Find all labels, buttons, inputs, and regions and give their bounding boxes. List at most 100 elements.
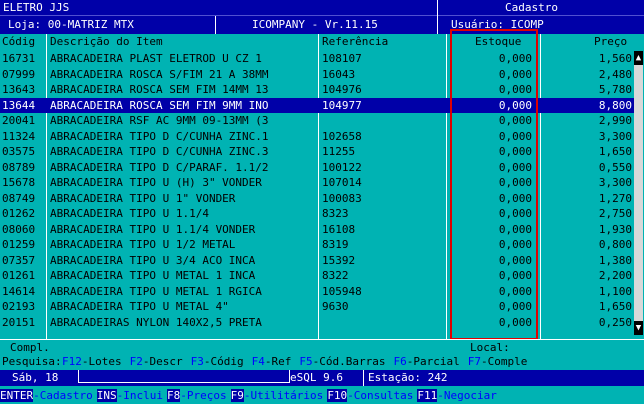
item-code: 20151 bbox=[2, 315, 36, 329]
item-reference: 15392 bbox=[322, 253, 356, 267]
item-code: 13644 bbox=[2, 98, 36, 112]
fkey-action: -Cadastro bbox=[33, 389, 93, 402]
search-key-action: -Ref bbox=[264, 355, 292, 368]
fkey-ins[interactable]: INS-Inclui bbox=[96, 388, 163, 403]
table-row[interactable]: 01262 ABRACADEIRA TIPO U 1.1/4 8323 0,000 2,… bbox=[0, 206, 636, 221]
search-key-code: F7 bbox=[467, 355, 481, 368]
item-price: 3,300 bbox=[598, 176, 632, 189]
item-description: ABRACADEIRA TIPO U 3/4 ACO INCA bbox=[50, 253, 256, 267]
item-code: 11324 bbox=[2, 129, 36, 143]
item-description: ABRACADEIRA ROSCA SEM FIM 14MM 13 bbox=[50, 83, 269, 96]
item-reference: 11255 bbox=[322, 145, 356, 158]
item-reference: 107014 bbox=[322, 176, 362, 189]
item-code: 13643 bbox=[2, 83, 36, 96]
search-key-f3[interactable]: F3-Códig bbox=[191, 355, 244, 368]
item-code: 20041 bbox=[2, 114, 36, 127]
item-price: 2,750 bbox=[598, 207, 632, 220]
item-reference: 9630 bbox=[322, 300, 349, 313]
table-row[interactable]: 03575 ABRACADEIRA TIPO D C/CUNHA ZINC.3 11… bbox=[0, 144, 636, 159]
col-price-header[interactable]: Preço bbox=[594, 34, 627, 49]
item-reference: 8319 bbox=[322, 238, 349, 251]
item-price: 3,300 bbox=[598, 129, 632, 143]
search-key-code: F5 bbox=[299, 355, 313, 368]
fkey-action: -Consultas bbox=[347, 389, 414, 402]
item-description: ABRACADEIRA TIPO U METAL 1 RGICA bbox=[50, 284, 262, 298]
item-description: ABRACADEIRA TIPO U (H) 3" VONDER bbox=[50, 176, 262, 189]
search-key-action: -Cód.Barras bbox=[312, 355, 386, 368]
table-row[interactable]: 07999 ABRACADEIRA ROSCA S/FIM 21 A 38MM 16… bbox=[0, 67, 636, 82]
item-price: 2,480 bbox=[598, 67, 632, 81]
table-row[interactable]: 20041 ABRACADEIRA RSF AC 9MM 09-13MM (3 0,… bbox=[0, 113, 636, 128]
table-row[interactable]: 14614 ABRACADEIRA TIPO U METAL 1 RGICA 105… bbox=[0, 284, 636, 299]
table-row[interactable]: 13644 ABRACADEIRA ROSCA SEM FIM 9MM INO 10… bbox=[0, 97, 636, 113]
item-description: ABRACADEIRA TIPO D C/PARAF. 1.1/2 bbox=[50, 160, 269, 174]
item-price: 1,560 bbox=[598, 52, 632, 65]
item-code: 02193 bbox=[2, 300, 36, 313]
fkey-code: F11 bbox=[417, 389, 438, 402]
table-row[interactable]: 02193 ABRACADEIRA TIPO U METAL 4" 9630 0,00… bbox=[0, 299, 636, 314]
table-row[interactable]: 08060 ABRACADEIRA TIPO U 1.1/4 VONDER 1610… bbox=[0, 222, 636, 237]
search-key-f6[interactable]: F6-Parcial bbox=[393, 355, 459, 368]
fkey-bar: ENTER-Cadastro INS-Inclui F8-Preços F9-Util… bbox=[0, 387, 644, 404]
fkey-f11[interactable]: F11-Negociar bbox=[417, 388, 497, 403]
search-key-f12[interactable]: F12-Lotes bbox=[62, 355, 122, 368]
scroll-up-icon[interactable]: ▲ bbox=[634, 51, 643, 65]
item-code: 03575 bbox=[2, 145, 36, 158]
table-row[interactable]: 15678 ABRACADEIRA TIPO U (H) 3" VONDER 107… bbox=[0, 175, 636, 190]
col-ref-header[interactable]: Referência bbox=[322, 34, 388, 49]
search-key-code: F3 bbox=[190, 355, 204, 368]
fkey-action: -Inclui bbox=[116, 389, 163, 402]
item-code: 08749 bbox=[2, 191, 36, 205]
search-key-f7[interactable]: F7-Comple bbox=[468, 355, 528, 368]
item-reference: 100083 bbox=[322, 191, 362, 205]
search-key-f4[interactable]: F4-Ref bbox=[252, 355, 292, 368]
item-price: 1,380 bbox=[598, 253, 632, 267]
table-row[interactable]: 13643 ABRACADEIRA ROSCA SEM FIM 14MM 13 10… bbox=[0, 82, 636, 97]
item-reference: 104977 bbox=[322, 98, 362, 112]
table-row[interactable]: 01259 ABRACADEIRA TIPO U 1/2 METAL 8319 0,0… bbox=[0, 237, 636, 252]
table-row[interactable]: 01261 ABRACADEIRA TIPO U METAL 1 INCA 8322… bbox=[0, 268, 636, 283]
fkey-f10[interactable]: F10-Consultas bbox=[327, 388, 413, 403]
fkey-action: -Preços bbox=[180, 389, 227, 402]
item-code: 08789 bbox=[2, 160, 36, 174]
item-reference: 108107 bbox=[322, 52, 362, 65]
item-code: 01262 bbox=[2, 207, 36, 220]
item-reference: 8322 bbox=[322, 269, 349, 282]
item-price: 1,930 bbox=[598, 222, 632, 236]
fkey-f8[interactable]: F8-Preços bbox=[166, 388, 227, 403]
search-key-code: F12 bbox=[62, 355, 82, 368]
table-row[interactable]: 11324 ABRACADEIRA TIPO D C/CUNHA ZINC.1 10… bbox=[0, 129, 636, 144]
item-description: ABRACADEIRA PLAST ELETROD U CZ 1 bbox=[50, 52, 262, 65]
fkey-f9[interactable]: F9-Utilitários bbox=[230, 388, 323, 403]
col-code-header[interactable]: Códig bbox=[2, 34, 35, 49]
db-label: eSQL 9.6 bbox=[290, 371, 343, 384]
item-description: ABRACADEIRA TIPO U METAL 4" bbox=[50, 300, 229, 313]
table-row[interactable]: 08789 ABRACADEIRA TIPO D C/PARAF. 1.1/2 10… bbox=[0, 160, 636, 175]
fkey-enter[interactable]: ENTER-Cadastro bbox=[0, 388, 93, 403]
item-description: ABRACADEIRAS NYLON 140X2,5 PRETA bbox=[50, 315, 262, 329]
scrollbar[interactable]: ▲ ▼ bbox=[634, 51, 643, 335]
table-row[interactable]: 07357 ABRACADEIRA TIPO U 3/4 ACO INCA 1539… bbox=[0, 253, 636, 268]
table-row[interactable]: 20151 ABRACADEIRAS NYLON 140X2,5 PRETA 0,0… bbox=[0, 315, 636, 330]
item-price: 8,800 bbox=[598, 98, 632, 112]
table-row[interactable]: 08749 ABRACADEIRA TIPO U 1" VONDER 100083 0… bbox=[0, 191, 636, 206]
scroll-down-icon[interactable]: ▼ bbox=[634, 321, 643, 335]
item-price: 1,650 bbox=[598, 300, 632, 313]
fkey-code: F9 bbox=[230, 389, 244, 402]
fkey-action: -Negociar bbox=[437, 389, 497, 402]
col-desc-header[interactable]: Descrição do Item bbox=[50, 34, 163, 49]
item-description: ABRACADEIRA TIPO D C/CUNHA ZINC.1 bbox=[50, 129, 269, 143]
item-code: 16731 bbox=[2, 52, 36, 65]
compl-label: Compl. bbox=[10, 341, 50, 354]
search-key-f2[interactable]: F2-Descr bbox=[130, 355, 183, 368]
search-key-f5[interactable]: F5-Cód.Barras bbox=[299, 355, 385, 368]
item-reference: 102658 bbox=[322, 129, 362, 143]
search-key-code: F6 bbox=[393, 355, 407, 368]
compl-bar: Compl. Local: bbox=[0, 339, 644, 355]
stock-highlight-box bbox=[450, 29, 538, 340]
search-bar: Pesquisa: F12-Lotes F2-Descr F3-Códig F4-Re… bbox=[0, 354, 644, 369]
table-row[interactable]: 16731 ABRACADEIRA PLAST ELETROD U CZ 1 108… bbox=[0, 51, 636, 66]
item-code: 15678 bbox=[2, 176, 36, 189]
item-price: 2,990 bbox=[598, 114, 632, 127]
item-code: 01261 bbox=[2, 269, 36, 282]
